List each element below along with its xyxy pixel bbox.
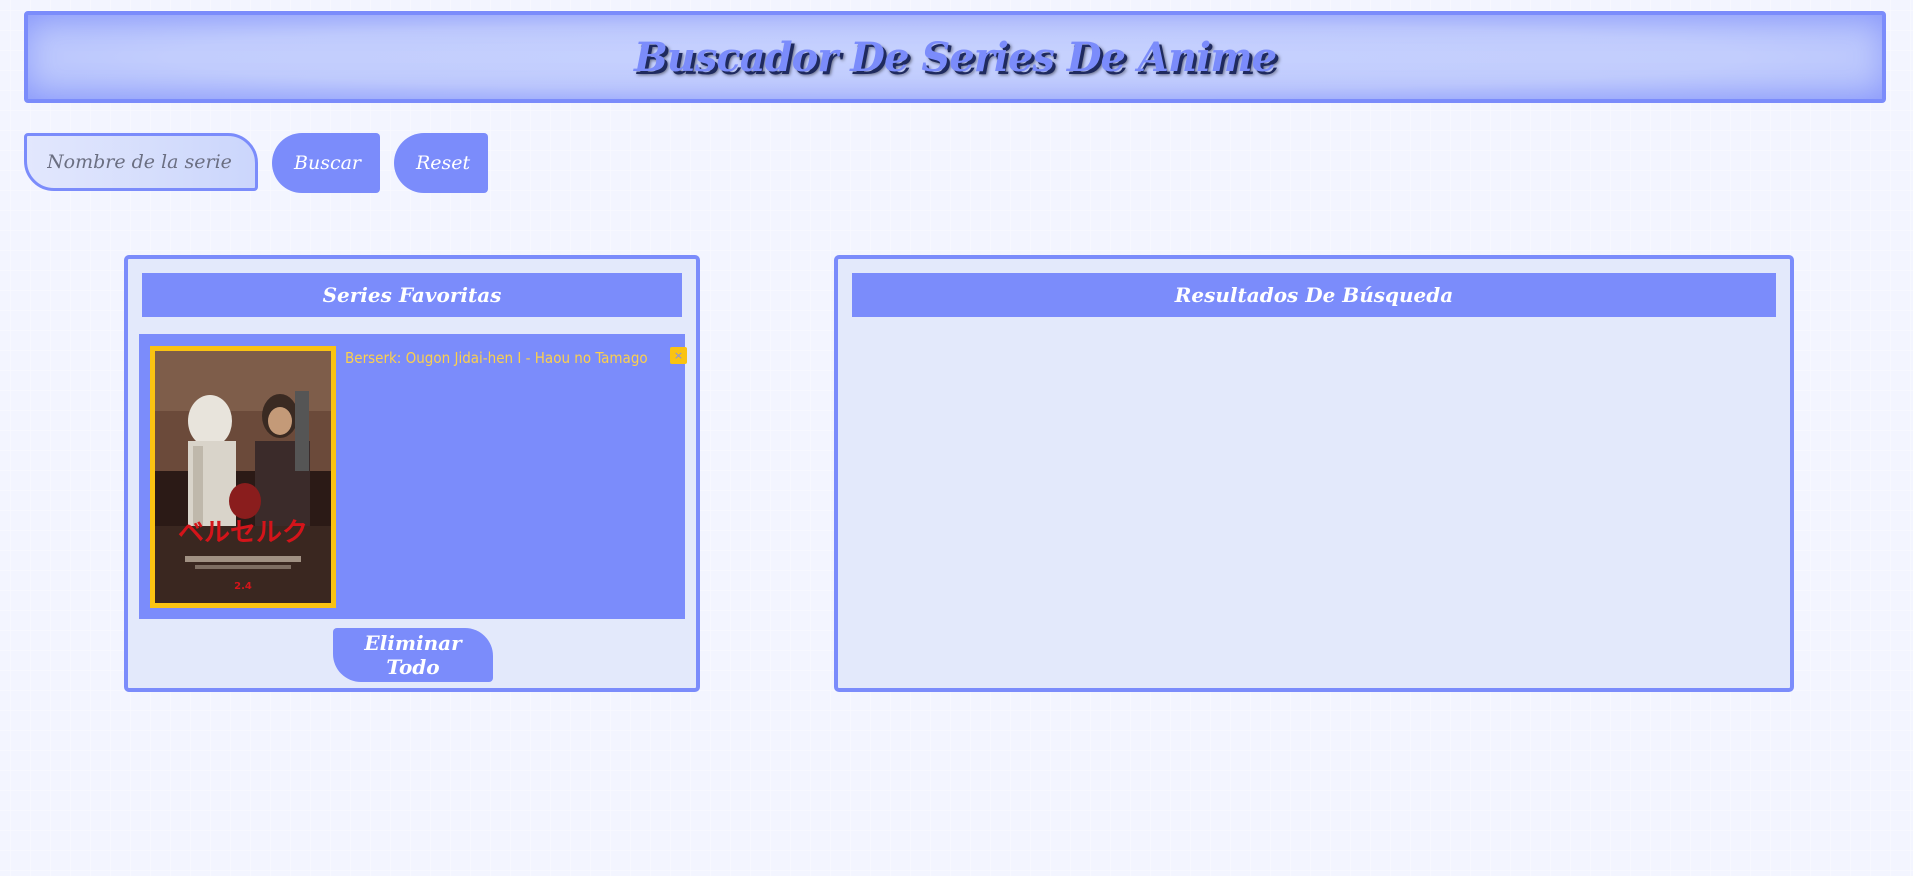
results-title: Resultados De Búsqueda bbox=[852, 273, 1776, 317]
reset-button[interactable]: Reset bbox=[394, 133, 488, 193]
results-panel: Resultados De Búsqueda bbox=[834, 255, 1794, 692]
search-button[interactable]: Buscar bbox=[272, 133, 380, 193]
favorites-panel: Series Favoritas ベルセルク 2.4 Berserk: Ougo… bbox=[124, 255, 700, 692]
page-header: Buscador De Series De Anime bbox=[24, 11, 1886, 103]
search-bar: Buscar Reset bbox=[24, 133, 488, 193]
favorite-series-name: Berserk: Ougon Jidai-hen I - Haou no Tam… bbox=[345, 349, 648, 367]
svg-text:2.4: 2.4 bbox=[234, 581, 252, 592]
favorites-list: ベルセルク 2.4 Berserk: Ougon Jidai-hen I - H… bbox=[139, 334, 687, 619]
search-input[interactable] bbox=[24, 133, 258, 191]
svg-text:ベルセルク: ベルセルク bbox=[178, 518, 308, 548]
remove-favorite-button[interactable]: × bbox=[670, 347, 687, 364]
list-item[interactable]: ベルセルク 2.4 Berserk: Ougon Jidai-hen I - H… bbox=[150, 346, 687, 608]
favorites-title: Series Favoritas bbox=[142, 273, 682, 317]
delete-all-button[interactable]: Eliminar Todo bbox=[333, 628, 493, 682]
anime-poster-image: ベルセルク 2.4 bbox=[150, 346, 336, 608]
page-title: Buscador De Series De Anime bbox=[633, 33, 1277, 81]
